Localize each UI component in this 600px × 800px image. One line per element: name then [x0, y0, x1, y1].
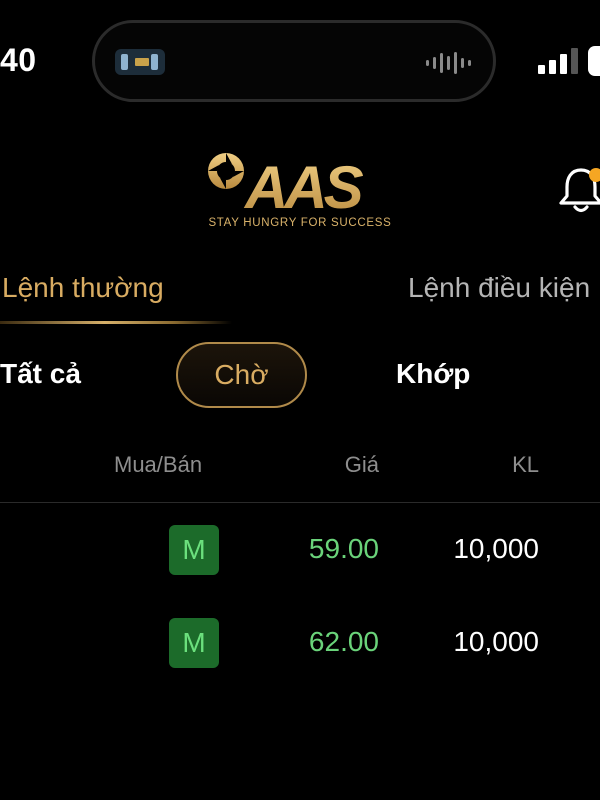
tab-conditional-orders[interactable]: Lệnh điều kiện: [408, 272, 590, 304]
bell-icon[interactable]: [558, 160, 600, 216]
filter-all[interactable]: Tất cả: [0, 358, 81, 390]
buy-badge: M: [169, 525, 219, 575]
order-row[interactable]: M 62.00 10,000: [0, 618, 600, 678]
svg-text:AAS: AAS: [243, 154, 364, 221]
order-quantity: 10,000: [453, 533, 539, 564]
tab-regular-orders[interactable]: Lệnh thường: [2, 272, 164, 304]
audio-wave-icon: [426, 51, 471, 75]
filter-matched[interactable]: Khớp: [396, 358, 470, 390]
cellular-signal-icon: [538, 48, 578, 74]
column-header-price: Giá: [344, 452, 379, 477]
column-header-quantity: KL: [512, 452, 539, 477]
order-row[interactable]: M 59.00 10,000: [0, 525, 600, 585]
active-tab-indicator: [0, 321, 232, 324]
battery-icon: [588, 46, 600, 76]
order-price: 59.00: [308, 533, 379, 564]
filter-pending-label: Chờ: [214, 359, 269, 390]
filter-pending[interactable]: Chờ: [176, 342, 307, 408]
header-divider: [0, 502, 600, 503]
order-price: 62.00: [308, 626, 379, 657]
order-quantity: 10,000: [453, 626, 539, 657]
dynamic-island[interactable]: [92, 20, 496, 102]
buy-badge: M: [169, 618, 219, 668]
column-header-side: Mua/Bán: [114, 452, 203, 477]
status-time: 40: [0, 42, 37, 78]
live-activity-thumbnail: [115, 49, 165, 75]
notification-dot: [589, 168, 600, 182]
logo-tagline: STAY HUNGRY FOR SUCCESS: [208, 217, 392, 229]
